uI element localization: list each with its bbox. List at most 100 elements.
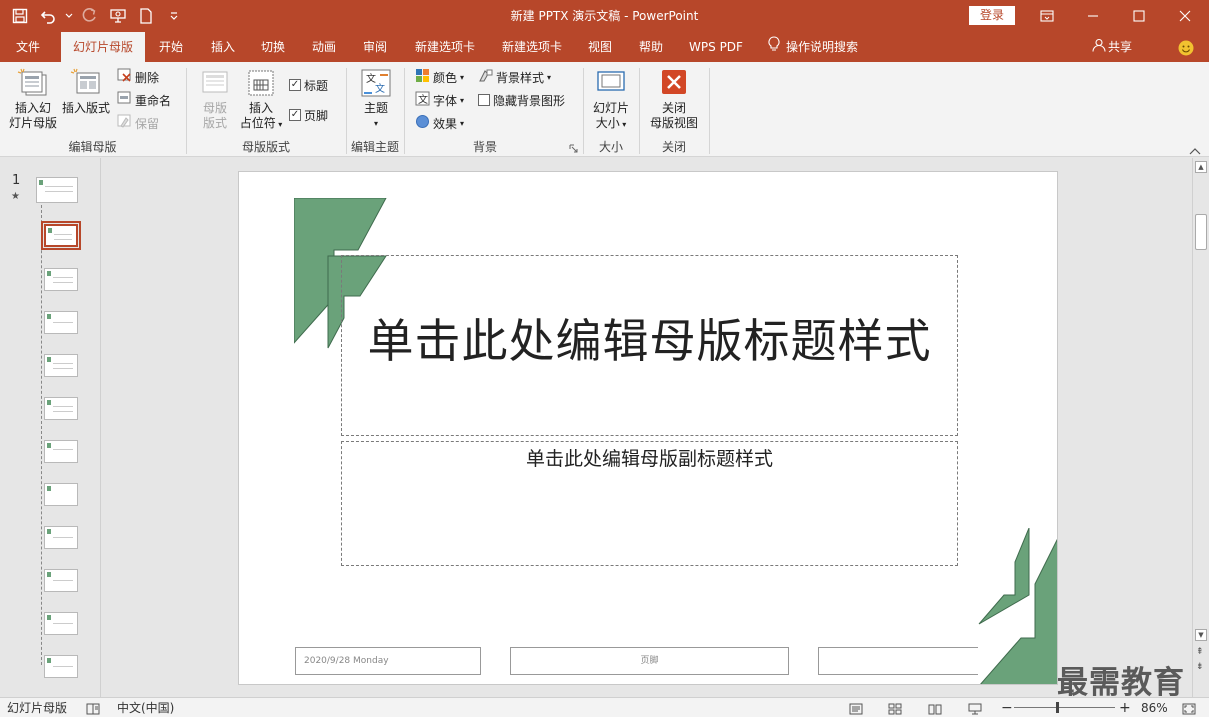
thumbnail-layout-6[interactable] [44, 440, 78, 463]
thumbnail-layout-5[interactable] [44, 397, 78, 420]
zoom-out-icon[interactable]: − [1001, 698, 1013, 717]
ribbon-display-options-icon[interactable] [1024, 0, 1070, 32]
insert-placeholder-button[interactable]: 插入 占位符 ▾ [236, 68, 286, 132]
insert-layout-button[interactable]: 插入版式 [60, 68, 112, 116]
zoom-slider-knob[interactable] [1056, 702, 1059, 713]
ribbon-tabs: 文件 幻灯片母版 开始 插入 切换 动画 审阅 新建选项卡 新建选项卡 视图 帮… [0, 32, 1209, 62]
title-checkbox[interactable]: ✓ 标题 [289, 75, 328, 95]
reading-view-icon[interactable] [928, 698, 942, 717]
scroll-up-icon[interactable]: ▲ [1195, 161, 1207, 173]
thumbnail-layout-4[interactable] [44, 354, 78, 377]
insert-slide-master-button[interactable]: 插入幻 灯片母版 [8, 68, 58, 131]
delete-button[interactable]: 删除 [117, 67, 159, 87]
dropdown-arrow-icon: ▾ [619, 120, 627, 129]
ribbon: 插入幻 灯片母版 插入版式 删除 重命名 保留 编辑母版 母版 版式 插入 占位… [0, 62, 1209, 157]
thumbnail-layout-1[interactable] [41, 221, 81, 250]
colors-dropdown[interactable]: 颜色 ▾ [415, 67, 464, 87]
tab-view[interactable]: 视图 [579, 32, 621, 62]
dropdown-arrow-icon: ▾ [547, 72, 552, 82]
title-placeholder[interactable]: 单击此处编辑母版标题样式 [341, 255, 958, 436]
rename-button[interactable]: 重命名 [117, 90, 171, 110]
hide-background-checkbox[interactable]: 隐藏背景图形 [478, 90, 565, 110]
present-from-start-icon[interactable] [106, 4, 130, 28]
footer-placeholder[interactable]: 页脚 [510, 647, 789, 675]
minimize-icon[interactable] [1070, 0, 1116, 32]
previous-slide-icon[interactable]: ⇞ [1196, 647, 1204, 657]
scroll-thumb[interactable] [1195, 214, 1207, 250]
checkbox-checked-icon: ✓ [289, 109, 301, 121]
themes-button[interactable]: 文文 主题 ▾ [356, 68, 396, 131]
share-button[interactable]: 共享 [1092, 32, 1148, 62]
slide-canvas[interactable]: 单击此处编辑母版标题样式 单击此处编辑母版副标题样式 2020/9/28 Mon… [238, 171, 1058, 685]
thumbnail-layout-9[interactable] [44, 569, 78, 592]
tab-new-tab-1[interactable]: 新建选项卡 [406, 32, 484, 62]
background-styles-icon [478, 68, 493, 86]
thumbnail-layout-10[interactable] [44, 612, 78, 635]
smiley-feedback-icon[interactable] [1175, 32, 1197, 62]
close-window-icon[interactable] [1162, 0, 1208, 32]
next-slide-icon[interactable]: ⇟ [1196, 662, 1204, 672]
tell-me-label: 操作说明搜索 [786, 40, 859, 54]
redo-icon[interactable] [78, 4, 102, 28]
master-layout-button[interactable]: 母版 版式 [194, 68, 236, 131]
tab-review[interactable]: 审阅 [354, 32, 396, 62]
group-label-size: 大小 [598, 140, 623, 154]
notes-icon[interactable] [849, 698, 863, 717]
slide-sorter-icon[interactable] [888, 698, 902, 717]
date-placeholder[interactable]: 2020/9/28 Monday [295, 647, 481, 675]
dropdown-arrow-icon: ▾ [460, 118, 465, 128]
tab-wps-pdf[interactable]: WPS PDF [683, 32, 749, 62]
watermark-logo: 最需教育 [1057, 665, 1185, 701]
close-master-view-icon [661, 68, 687, 98]
tab-new-tab-2[interactable]: 新建选项卡 [493, 32, 571, 62]
accessibility-check-icon[interactable] [86, 698, 100, 717]
zoom-slider-track[interactable] [1014, 707, 1115, 708]
maximize-icon[interactable] [1116, 0, 1162, 32]
thumbnail-layout-8[interactable] [44, 526, 78, 549]
fonts-dropdown[interactable]: 文 字体 ▾ [415, 90, 464, 110]
tab-animations[interactable]: 动画 [303, 32, 345, 62]
vertical-scrollbar[interactable]: ▲ ▼ ⇞ ⇟ [1192, 158, 1209, 697]
tab-file[interactable]: 文件 [4, 32, 52, 62]
customize-qat-icon[interactable] [162, 4, 186, 28]
slide-size-button[interactable]: 幻灯片 大小 ▾ [589, 68, 633, 132]
thumbnail-layout-7[interactable] [44, 483, 78, 506]
dropdown-arrow-icon: ▾ [460, 95, 465, 105]
title-placeholder-text: 单击此处编辑母版标题样式 [367, 314, 932, 368]
tell-me-search[interactable]: 操作说明搜索 [768, 32, 878, 62]
tab-insert[interactable]: 插入 [202, 32, 244, 62]
new-file-icon[interactable] [134, 4, 158, 28]
subtitle-placeholder[interactable]: 单击此处编辑母版副标题样式 [341, 441, 958, 566]
dropdown-arrow-icon: ▾ [460, 72, 465, 82]
thumbnail-layout-2[interactable] [44, 268, 78, 291]
group-label-master-layout: 母版版式 [241, 140, 290, 154]
dropdown-arrow-icon: ▾ [373, 119, 378, 128]
scroll-down-icon[interactable]: ▼ [1195, 629, 1207, 641]
tab-slide-master[interactable]: 幻灯片母版 [61, 32, 145, 62]
tab-transitions[interactable]: 切换 [252, 32, 294, 62]
save-icon[interactable] [8, 4, 32, 28]
footer-checkbox[interactable]: ✓ 页脚 [289, 105, 328, 125]
thumbnail-master[interactable] [36, 177, 78, 203]
thumbnail-layout-11[interactable] [44, 655, 78, 678]
thumbnail-layout-3[interactable] [44, 311, 78, 334]
svg-text:文: 文 [418, 93, 428, 106]
format-background-launcher-icon[interactable] [569, 142, 578, 153]
preserve-button[interactable]: 保留 [117, 113, 159, 133]
decorative-shape-bottom-right [978, 528, 1057, 684]
checkbox-unchecked-icon [478, 94, 490, 106]
insert-layout-icon [70, 68, 102, 98]
slide-number-placeholder[interactable] [818, 647, 978, 675]
tab-help[interactable]: 帮助 [630, 32, 672, 62]
collapse-ribbon-icon[interactable] [1189, 144, 1201, 155]
slideshow-icon[interactable] [968, 698, 982, 717]
effects-dropdown[interactable]: 效果 ▾ [415, 113, 464, 133]
language-status[interactable]: 中文(中国) [117, 698, 174, 717]
delete-icon [117, 68, 132, 86]
login-button[interactable]: 登录 [969, 6, 1015, 25]
undo-icon[interactable] [36, 4, 60, 28]
close-master-view-button[interactable]: 关闭 母版视图 [646, 68, 702, 131]
background-styles-dropdown[interactable]: 背景样式 ▾ [478, 67, 551, 87]
undo-dropdown-icon[interactable] [64, 4, 74, 28]
tab-home[interactable]: 开始 [150, 32, 192, 62]
